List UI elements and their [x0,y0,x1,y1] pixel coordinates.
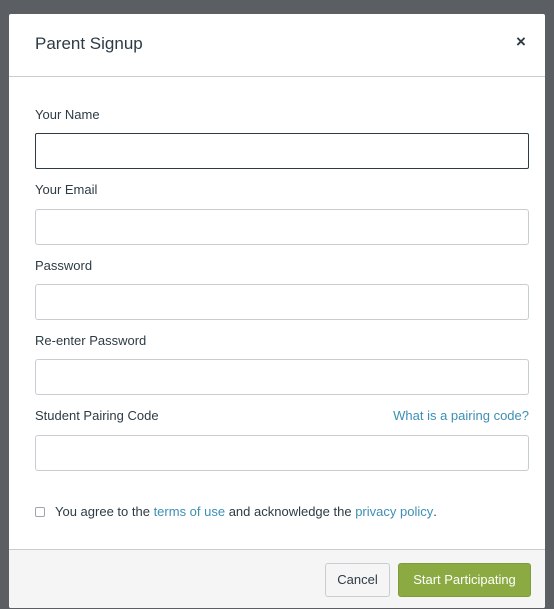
email-input[interactable] [35,209,529,245]
agreement-prefix: You agree to the [55,504,154,519]
agreement-row: You agree to the terms of use and acknow… [35,504,437,519]
agreement-middle: and acknowledge the [225,504,356,519]
modal-header: Parent Signup × [9,14,545,77]
cancel-button[interactable]: Cancel [325,563,390,597]
modal-footer: Cancel Start Participating [9,549,545,608]
close-icon[interactable]: × [512,33,530,51]
pairing-code-input[interactable] [35,435,529,471]
name-input[interactable] [35,133,529,169]
start-participating-button[interactable]: Start Participating [398,563,531,597]
terms-of-use-link[interactable]: terms of use [154,504,226,519]
privacy-policy-link[interactable]: privacy policy [355,504,433,519]
reenter-password-input[interactable] [35,359,529,395]
signup-form: Your Name Your Email Password Re-enter P… [9,77,545,551]
reenter-password-label: Re-enter Password [35,333,147,348]
password-input[interactable] [35,284,529,320]
agree-checkbox[interactable] [35,506,45,517]
email-label: Your Email [35,182,98,197]
pairing-code-help-link[interactable]: What is a pairing code? [393,408,529,423]
name-label: Your Name [35,107,100,122]
parent-signup-dialog: Parent Signup × Your Name Your Email Pas… [9,14,545,608]
dialog-title: Parent Signup [35,34,143,53]
password-label: Password [35,258,93,273]
agreement-suffix: . [433,504,437,519]
pairing-code-label: Student Pairing Code [35,408,159,423]
